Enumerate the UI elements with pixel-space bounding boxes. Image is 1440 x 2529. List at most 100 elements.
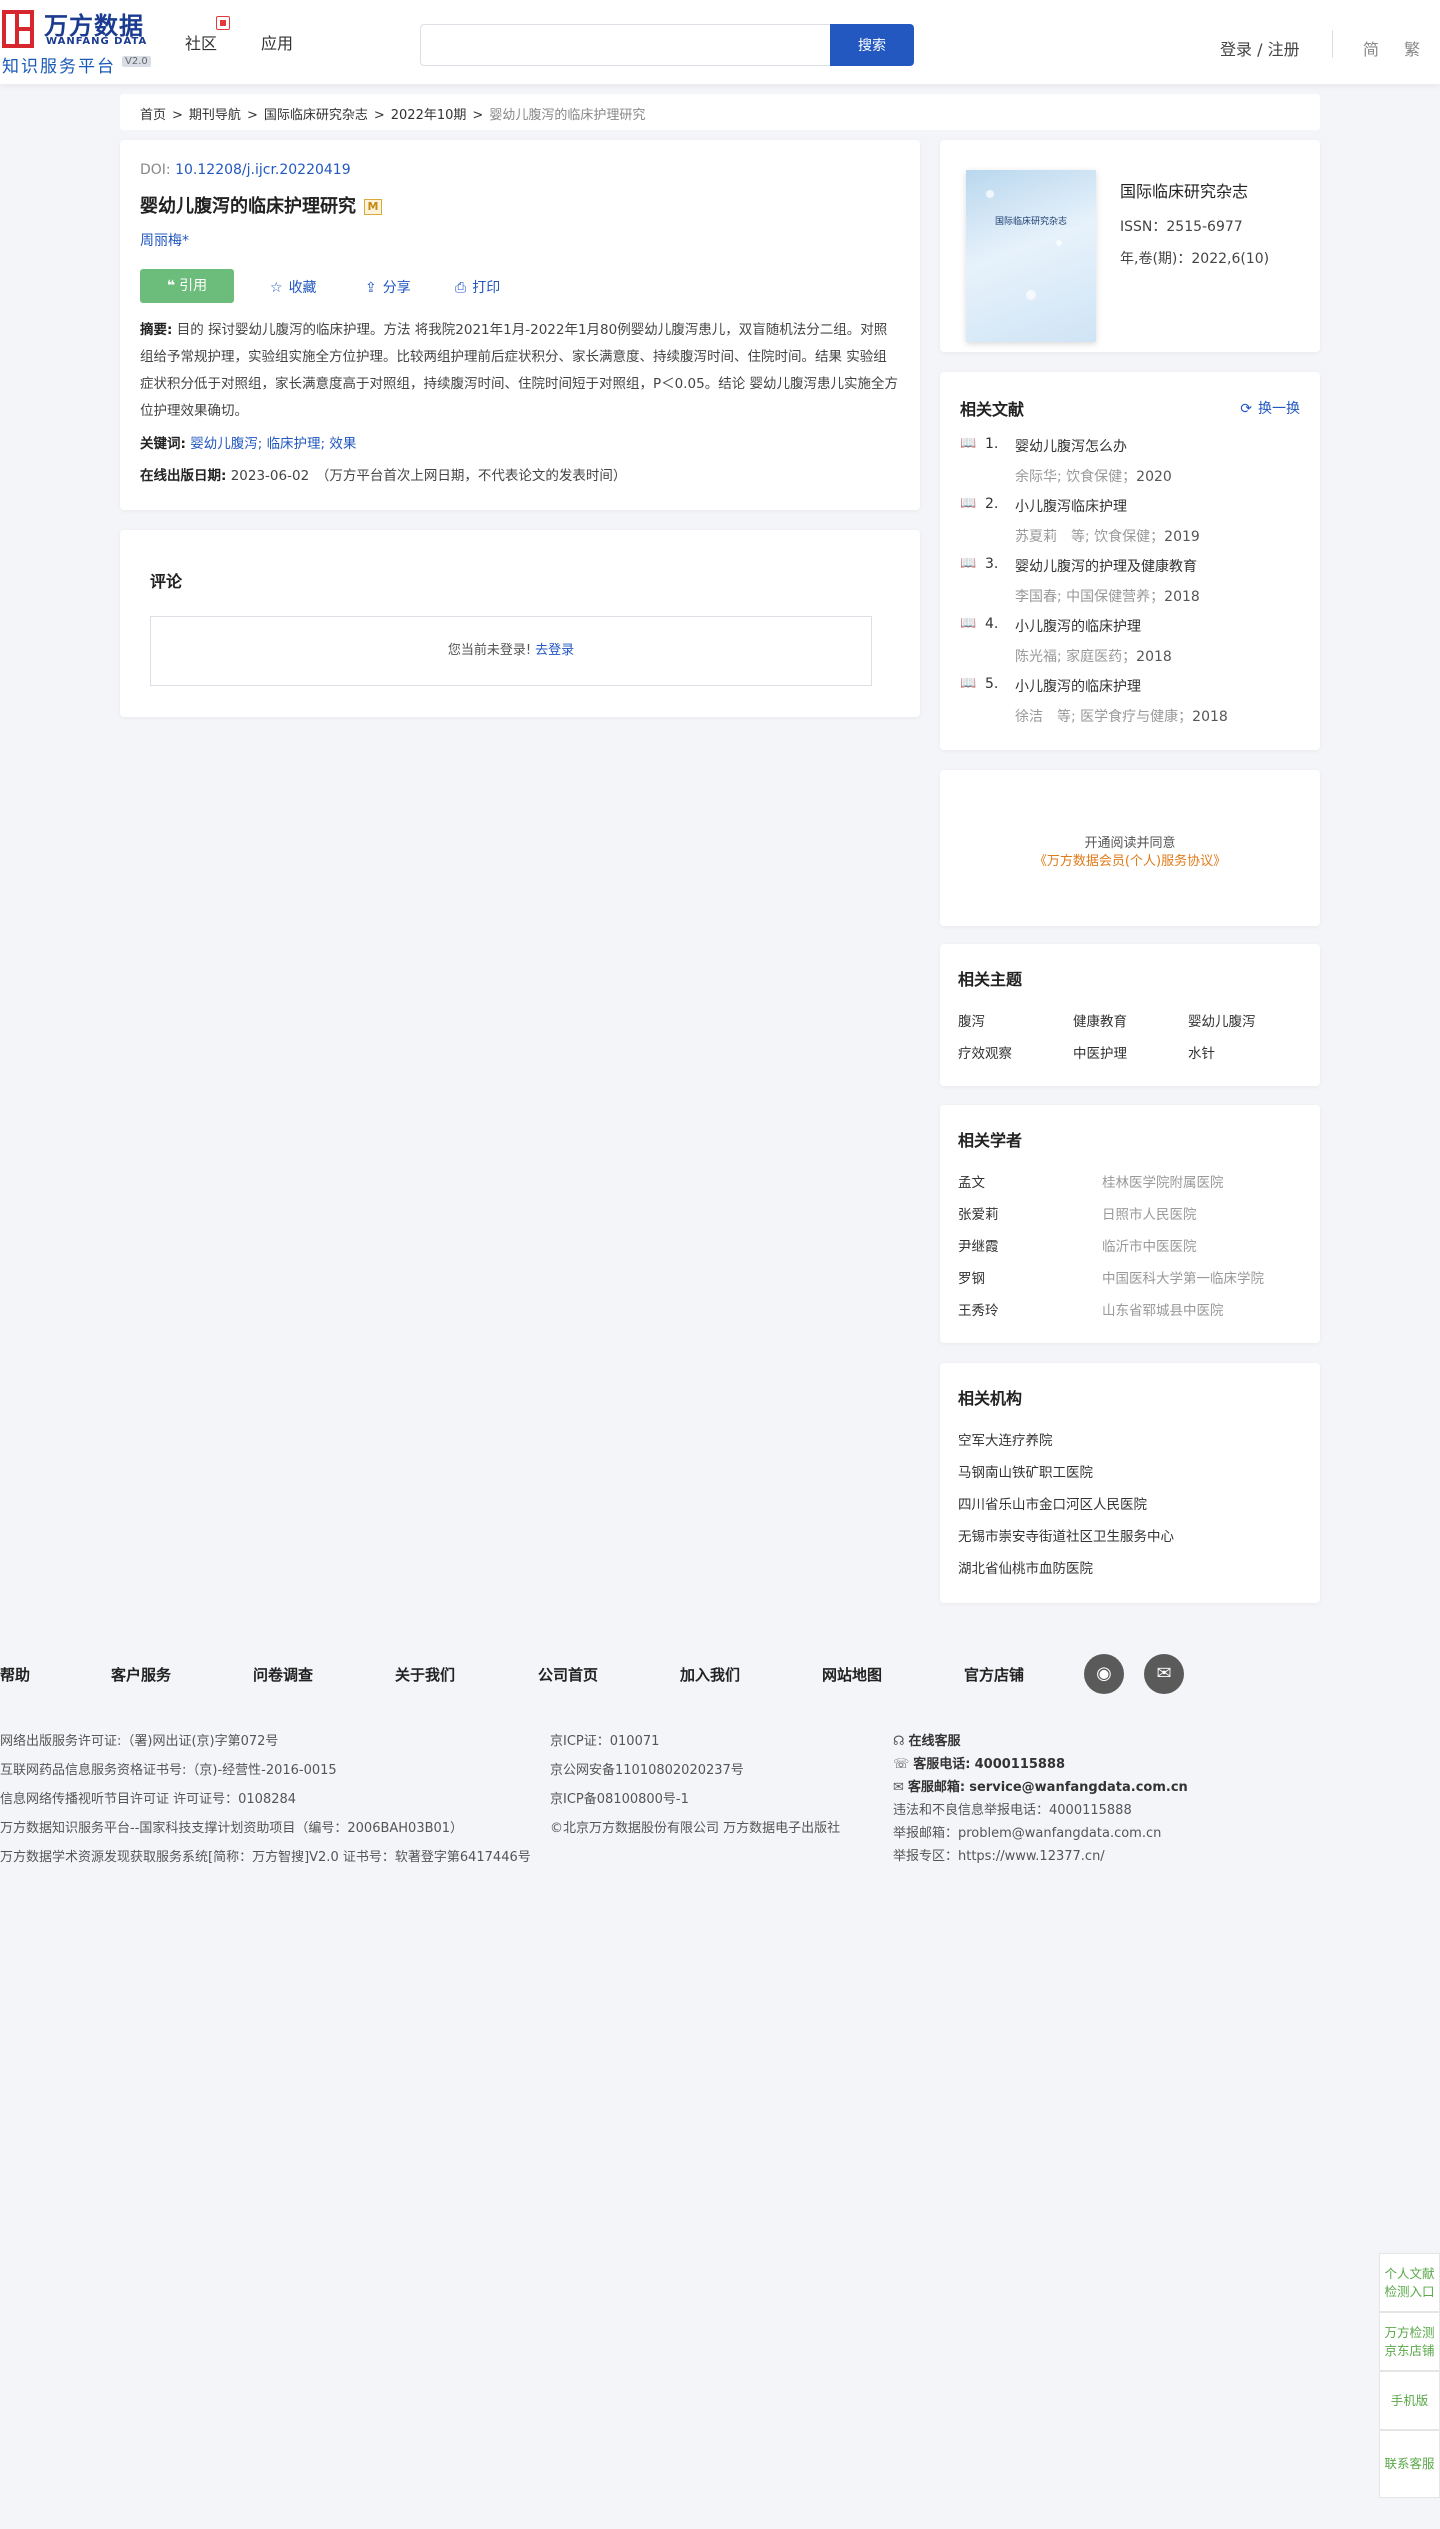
topic-link[interactable]: 疗效观察 [958, 1042, 1012, 1062]
new-badge-icon [216, 16, 230, 30]
nav-community[interactable]: 社区 [185, 30, 217, 54]
version-badge: V2.0 [122, 56, 151, 67]
institution-link[interactable]: 四川省乐山市金口河区人民医院 [958, 1493, 1147, 1513]
wanfang-logo[interactable]: 万方数据 WANFANG DATA 知识服务平台 V2.0 [0, 6, 160, 77]
footer-icp: 京ICP证：010071 [550, 1734, 660, 1749]
refresh-button[interactable]: ⟳ 换一换 [1240, 398, 1300, 418]
scholar-org: 桂林医学院附属医院 [1102, 1175, 1224, 1191]
footer-license: 网络出版服务许可证:（署)网出证(京)字第072号 [0, 1734, 279, 1749]
scholar-org: 临沂市中医医院 [1102, 1239, 1197, 1255]
star-icon: ☆ [270, 280, 283, 296]
header-divider [1332, 30, 1333, 58]
topics-card: 相关主题 腹泻 健康教育 婴幼儿腹泻 疗效观察 中医护理 水针 [940, 944, 1320, 1086]
weibo-icon[interactable]: ◉ [1084, 1654, 1124, 1694]
lang-traditional[interactable]: 繁 [1404, 36, 1420, 60]
cover-decor [1056, 240, 1062, 246]
footer-report: 举报邮箱：problem@wanfangdata.com.cn [893, 1826, 1162, 1841]
book-icon: 📖 [960, 436, 977, 451]
footer-phone: ☏ 客服电话: 4000115888 [893, 1757, 1066, 1772]
related-docs-card: 相关文献 ⟳ 换一换 📖 1. 婴幼儿腹泻怎么办 余际华; 饮食保健；2020 📖… [940, 372, 1320, 750]
cover-decor [986, 190, 994, 198]
book-icon: 📖 [960, 676, 977, 691]
vip-agreement-link[interactable]: 《万方数据会员(个人)服务协议》 [940, 850, 1320, 869]
scholar-name[interactable]: 孟文 [958, 1171, 985, 1191]
search-button[interactable]: 搜索 [830, 24, 914, 66]
comments-login-box: 您当前未登录! 去登录 [150, 616, 872, 686]
footer-survey[interactable]: 问卷调查 [253, 1664, 313, 1685]
footer-official-store[interactable]: 官方店铺 [964, 1664, 1024, 1685]
footer-email: ✉ 客服邮箱: service@wanfangdata.com.cn [893, 1780, 1188, 1795]
scholar-name[interactable]: 王秀玲 [958, 1299, 999, 1319]
topic-link[interactable]: 健康教育 [1073, 1010, 1127, 1030]
lang-simplified[interactable]: 简 [1363, 36, 1379, 60]
institution-link[interactable]: 湖北省仙桃市血防医院 [958, 1557, 1093, 1577]
breadcrumb-journal[interactable]: 国际临床研究杂志 [264, 108, 368, 123]
online-service-link[interactable]: ☊ 在线客服 [893, 1730, 961, 1749]
footer-help[interactable]: 帮助 [0, 1664, 30, 1685]
institution-link[interactable]: 马钢南山铁矿职工医院 [958, 1461, 1093, 1481]
vip-notice: 开通阅读并同意 [1084, 836, 1176, 851]
scholar-name[interactable]: 张爱莉 [958, 1203, 999, 1223]
share-button[interactable]: ⇪ 分享 [365, 277, 411, 297]
doi-link[interactable]: 10.12208/j.ijcr.20220419 [175, 162, 351, 178]
footer-join[interactable]: 加入我们 [680, 1664, 740, 1685]
related-doc-meta: 苏夏莉 等; 饮食保健；2019 [1015, 529, 1200, 545]
keyword-link[interactable]: 婴幼儿腹泻; [190, 436, 262, 452]
footer-sitemap[interactable]: 网站地图 [822, 1664, 882, 1685]
cite-button[interactable]: ❝ 引用 [140, 269, 234, 303]
topic-link[interactable]: 中医护理 [1073, 1042, 1127, 1062]
doi: DOI: 10.12208/j.ijcr.20220419 [140, 162, 351, 178]
keyword-link[interactable]: 效果 [329, 436, 356, 452]
breadcrumb-issue[interactable]: 2022年10期 [391, 108, 467, 123]
institution-link[interactable]: 无锡市崇安寺街道社区卫生服务中心 [958, 1525, 1174, 1545]
related-doc-meta: 余际华; 饮食保健；2020 [1015, 469, 1172, 485]
footer-customer-service[interactable]: 客户服务 [111, 1664, 171, 1685]
nav-apps[interactable]: 应用 [261, 30, 293, 54]
side-tab-jd-store[interactable]: 万方检测京东店铺 [1379, 2312, 1440, 2371]
article-title: 婴幼儿腹泻的临床护理研究 M [140, 192, 382, 218]
comments-card: 评论 您当前未登录! 去登录 [120, 530, 920, 717]
related-doc-title[interactable]: 婴幼儿腹泻怎么办 [1015, 436, 1127, 456]
scholar-name[interactable]: 尹继霞 [958, 1235, 999, 1255]
footer-about[interactable]: 关于我们 [395, 1664, 455, 1685]
m-badge-icon: M [364, 199, 382, 215]
related-doc-meta: 陈光福; 家庭医药；2018 [1015, 649, 1172, 665]
scholar-org: 山东省郓城县中医院 [1102, 1303, 1224, 1319]
go-login-link[interactable]: 去登录 [535, 643, 574, 658]
topic-link[interactable]: 婴幼儿腹泻 [1188, 1010, 1256, 1030]
related-doc-title[interactable]: 小儿腹泻临床护理 [1015, 496, 1127, 516]
breadcrumb-home[interactable]: 首页 [140, 108, 166, 123]
wechat-icon[interactable]: ✉ [1144, 1654, 1184, 1694]
footer-company-home[interactable]: 公司首页 [538, 1664, 598, 1685]
topic-link[interactable]: 水针 [1188, 1042, 1215, 1062]
author-link[interactable]: 周丽梅* [140, 230, 189, 250]
printer-icon: ⎙ [455, 280, 467, 296]
cover-title: 国际临床研究杂志 [994, 217, 1067, 227]
journal-name[interactable]: 国际临床研究杂志 [1120, 178, 1248, 202]
side-tab-mobile[interactable]: 手机版 [1379, 2371, 1440, 2430]
article-card: DOI: 10.12208/j.ijcr.20220419 婴幼儿腹泻的临床护理… [120, 140, 920, 510]
scholars-card: 相关学者 孟文 桂林医学院附属医院 张爱莉 日照市人民医院 尹继霞 临沂市中医医… [940, 1105, 1320, 1343]
favorite-button[interactable]: ☆ 收藏 [270, 277, 317, 297]
topic-link[interactable]: 腹泻 [958, 1010, 985, 1030]
institution-link[interactable]: 空军大连疗养院 [958, 1429, 1053, 1449]
breadcrumb-journal-nav[interactable]: 期刊导航 [189, 108, 241, 123]
side-tab-plagiarism-check[interactable]: 个人文献检测入口 [1379, 2253, 1440, 2312]
header: 万方数据 WANFANG DATA 知识服务平台 V2.0 社区 应用 搜索 登… [0, 0, 1440, 84]
journal-cover[interactable]: 国际临床研究杂志 [966, 170, 1096, 342]
related-doc-title[interactable]: 小儿腹泻的临床护理 [1015, 616, 1141, 636]
logo-subtitle: 知识服务平台 [2, 57, 116, 77]
footer-license: 万方数据知识服务平台--国家科技支撑计划资助项目（编号：2006BAH03B01… [0, 1821, 464, 1836]
login-register-link[interactable]: 登录 / 注册 [1220, 36, 1300, 60]
related-doc-title[interactable]: 小儿腹泻的临床护理 [1015, 676, 1141, 696]
comments-title: 评论 [150, 572, 183, 591]
book-icon: 📖 [960, 496, 977, 511]
search-input[interactable] [420, 24, 830, 66]
footer-license: 互联网药品信息服务资格证书号:（京)-经营性-2016-0015 [0, 1763, 337, 1778]
headset-icon: ☊ [893, 1734, 905, 1749]
related-doc-title[interactable]: 婴幼儿腹泻的护理及健康教育 [1015, 556, 1197, 576]
side-tab-contact-service[interactable]: 联系客服 [1379, 2430, 1440, 2498]
scholar-name[interactable]: 罗钢 [958, 1267, 985, 1287]
keyword-link[interactable]: 临床护理; [267, 436, 326, 452]
print-button[interactable]: ⎙ 打印 [455, 277, 500, 297]
